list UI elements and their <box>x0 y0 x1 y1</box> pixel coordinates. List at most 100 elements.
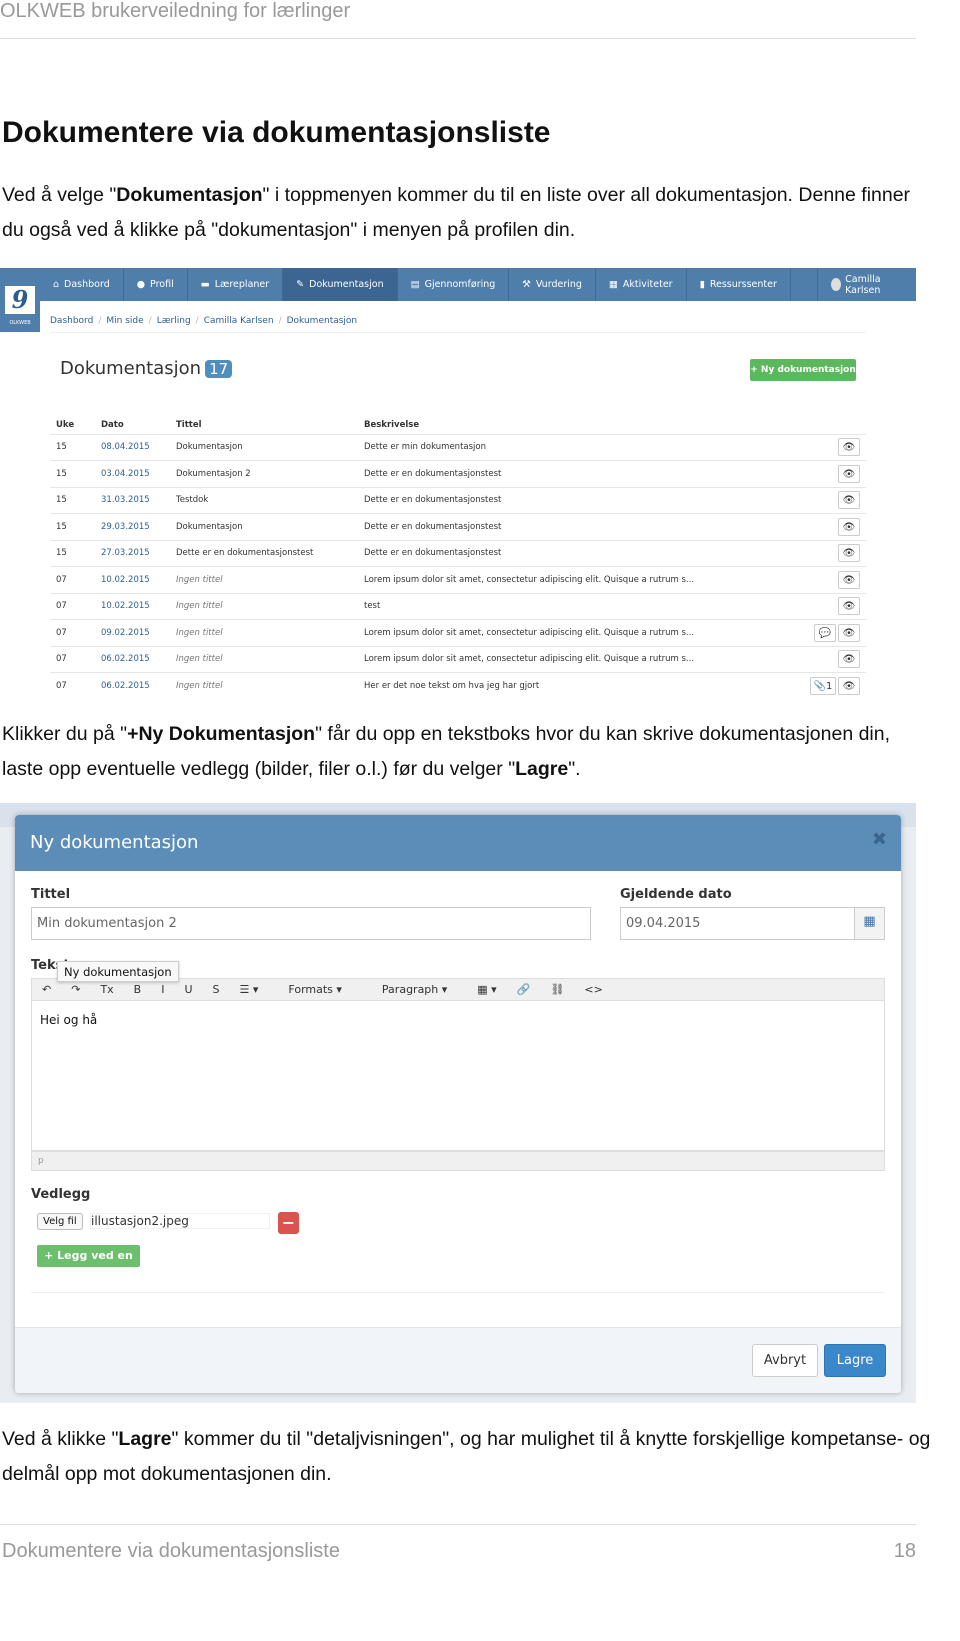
modal-header: Ny dokumentasjon <box>15 815 901 871</box>
new-documentation-button[interactable]: + Ny dokumentasjon <box>750 359 856 381</box>
breadcrumb-item[interactable]: Camilla Karlsen <box>204 316 274 326</box>
eye-icon[interactable]: 👁 <box>838 438 860 457</box>
actions-cell: 👁 <box>784 486 866 514</box>
table-row[interactable]: 07 10.02.2015 Ingen tittel test 👁 <box>50 592 866 620</box>
nav-item-ressurssenter[interactable]: ▮ Ressurssenter <box>687 268 791 301</box>
column-header: Beskrivelse <box>364 419 420 430</box>
nav-item-dashbord[interactable]: ⌂ Dashbord <box>40 268 124 301</box>
column-header: Tittel <box>176 419 202 430</box>
date-link[interactable]: 10.02.2015 <box>95 566 170 593</box>
toolbar-button[interactable]: 🔗 <box>507 983 541 996</box>
nav-item-vurdering[interactable]: ⚒ Vurdering <box>509 268 596 301</box>
breadcrumb-item[interactable]: Dokumentasjon <box>287 316 358 326</box>
text-editor[interactable]: Hei og hå <box>31 1001 885 1151</box>
nav-label: Dashbord <box>64 279 110 290</box>
add-file-button[interactable]: + Legg ved en fil <box>37 1245 140 1284</box>
nav-spacer <box>791 268 818 301</box>
eye-icon[interactable]: 👁 <box>838 623 860 642</box>
choose-file-button[interactable]: Velg fil <box>37 1213 83 1230</box>
date-link[interactable]: 10.02.2015 <box>95 592 170 620</box>
comment-icon[interactable]: 💬 <box>814 623 836 642</box>
toolbar-button[interactable]: U <box>174 983 202 996</box>
breadcrumb-separator: / <box>195 316 199 326</box>
eye-icon[interactable]: 👁 <box>838 597 860 616</box>
attachment-button[interactable]: 📎1 <box>810 677 836 695</box>
nav-label: Gjennomføring <box>424 279 496 290</box>
date-link[interactable]: 08.04.2015 <box>95 433 170 461</box>
date-link[interactable]: 29.03.2015 <box>95 513 170 540</box>
pencil-icon: ✎ <box>296 279 305 290</box>
user-menu[interactable]: Camilla Karlsen <box>818 268 916 301</box>
table-row[interactable]: 07 06.02.2015 Ingen tittel Her er det noe t… <box>50 672 866 698</box>
toolbar-button[interactable]: S <box>203 983 230 996</box>
toolbar-button[interactable]: ⛓ <box>540 983 574 996</box>
column-header: Dato <box>101 419 124 430</box>
table-row[interactable]: 15 31.03.2015 Testdok Dette er en dokumenta… <box>50 486 866 514</box>
toolbar-button[interactable]: ☰ ▾ <box>230 983 269 996</box>
avatar <box>830 278 842 291</box>
toolbar-button[interactable]: I <box>151 983 174 996</box>
close-icon[interactable]: ✖ <box>872 829 887 850</box>
table-row[interactable]: 07 09.02.2015 Ingen tittel Lorem ipsum dolo… <box>50 619 866 646</box>
week-cell: 07 <box>50 672 95 698</box>
toolbar-button[interactable]: Formats ▾ <box>268 983 362 996</box>
date-link[interactable]: 31.03.2015 <box>95 486 170 514</box>
breadcrumb-item[interactable]: Dashbord <box>50 316 93 326</box>
nav-item-læreplaner[interactable]: ▬ Læreplaner <box>188 268 284 301</box>
actions-cell: 👁 <box>784 433 866 461</box>
user-name: Camilla Karlsen <box>845 273 881 296</box>
title-cell: Dokumentasjon 2 <box>170 460 358 487</box>
eye-icon[interactable]: 👁 <box>838 544 860 563</box>
description-cell: Dette er en dokumentasjonstest <box>358 539 785 567</box>
toolbar-button[interactable]: ▦ ▾ <box>467 983 506 996</box>
date-link[interactable]: 27.03.2015 <box>95 539 170 567</box>
date-link[interactable]: 06.02.2015 <box>95 672 170 698</box>
save-button[interactable]: Lagre <box>824 1344 886 1377</box>
toolbar-button[interactable]: Paragraph ▾ <box>362 983 467 996</box>
eye-icon[interactable]: 👁 <box>838 464 860 483</box>
toolbar-button[interactable]: ↶ <box>32 983 61 996</box>
nav-label: Dokumentasjon <box>309 279 384 290</box>
cancel-button[interactable]: Avbryt <box>752 1344 818 1377</box>
description-cell: Lorem ipsum dolor sit amet, consectetur … <box>358 619 785 646</box>
eye-icon[interactable]: 👁 <box>838 570 860 589</box>
eye-icon[interactable]: 👁 <box>838 650 860 669</box>
date-input[interactable]: 09.04.2015 <box>620 907 855 940</box>
file-name: illustasjon2.jpeg <box>90 1213 270 1229</box>
breadcrumb-item[interactable]: Min side <box>106 316 143 326</box>
eye-icon[interactable]: 👁 <box>838 517 860 536</box>
date-link[interactable]: 03.04.2015 <box>95 460 170 487</box>
breadcrumb-item[interactable]: Lærling <box>157 316 191 326</box>
nav-item-aktiviteter[interactable]: ▦ Aktiviteter <box>596 268 687 301</box>
toolbar-button[interactable]: <> <box>574 983 612 996</box>
date-link[interactable]: 09.02.2015 <box>95 619 170 646</box>
title-cell: Ingen tittel <box>170 672 358 698</box>
nav-item-profil[interactable]: ● Profil <box>124 268 188 301</box>
title-input[interactable]: Min dokumentasjon 2 <box>31 907 591 940</box>
table-row[interactable]: 15 29.03.2015 Dokumentasjon Dette er en dok… <box>50 513 866 540</box>
date-link[interactable]: 06.02.2015 <box>95 645 170 673</box>
nav-item-gjennomføring[interactable]: ▤ Gjennomføring <box>398 268 510 301</box>
remove-file-button[interactable]: − <box>278 1212 299 1234</box>
toolbar-button[interactable]: ↷ <box>61 983 90 996</box>
table-row[interactable]: 07 06.02.2015 Ingen tittel Lorem ipsum dolo… <box>50 645 866 673</box>
eye-icon[interactable]: 👁 <box>838 677 860 695</box>
toolbar-button[interactable]: B <box>124 983 152 996</box>
table-row[interactable]: 15 03.04.2015 Dokumentasjon 2 Dette er en d… <box>50 460 866 487</box>
modal-footer: Avbryt Lagre <box>15 1327 901 1393</box>
column-header: Uke <box>56 419 75 430</box>
table-row[interactable]: 15 27.03.2015 Dette er en dokumentasjonste… <box>50 539 866 567</box>
bold-text: Dokumentasjon <box>116 184 263 206</box>
eye-icon[interactable]: 👁 <box>838 491 860 510</box>
actions-cell: 👁 <box>784 460 866 487</box>
title-cell: Dette er en dokumentasjonstest <box>170 539 358 567</box>
toolbar-button[interactable]: Tx <box>90 983 123 996</box>
table-row[interactable]: 07 10.02.2015 Ingen tittel Lorem ipsum dolo… <box>50 566 866 593</box>
actions-cell: 👁 <box>784 539 866 567</box>
nav-item-dokumentasjon[interactable]: ✎ Dokumentasjon <box>283 268 398 301</box>
table-row[interactable]: 15 08.04.2015 Dokumentasjon Dette er min do… <box>50 433 866 461</box>
file-icon: ▮ <box>699 279 705 290</box>
calendar-icon: ▦ <box>608 279 618 290</box>
breadcrumb-separator: / <box>148 316 152 326</box>
calendar-icon[interactable]: ▦ <box>854 907 885 940</box>
